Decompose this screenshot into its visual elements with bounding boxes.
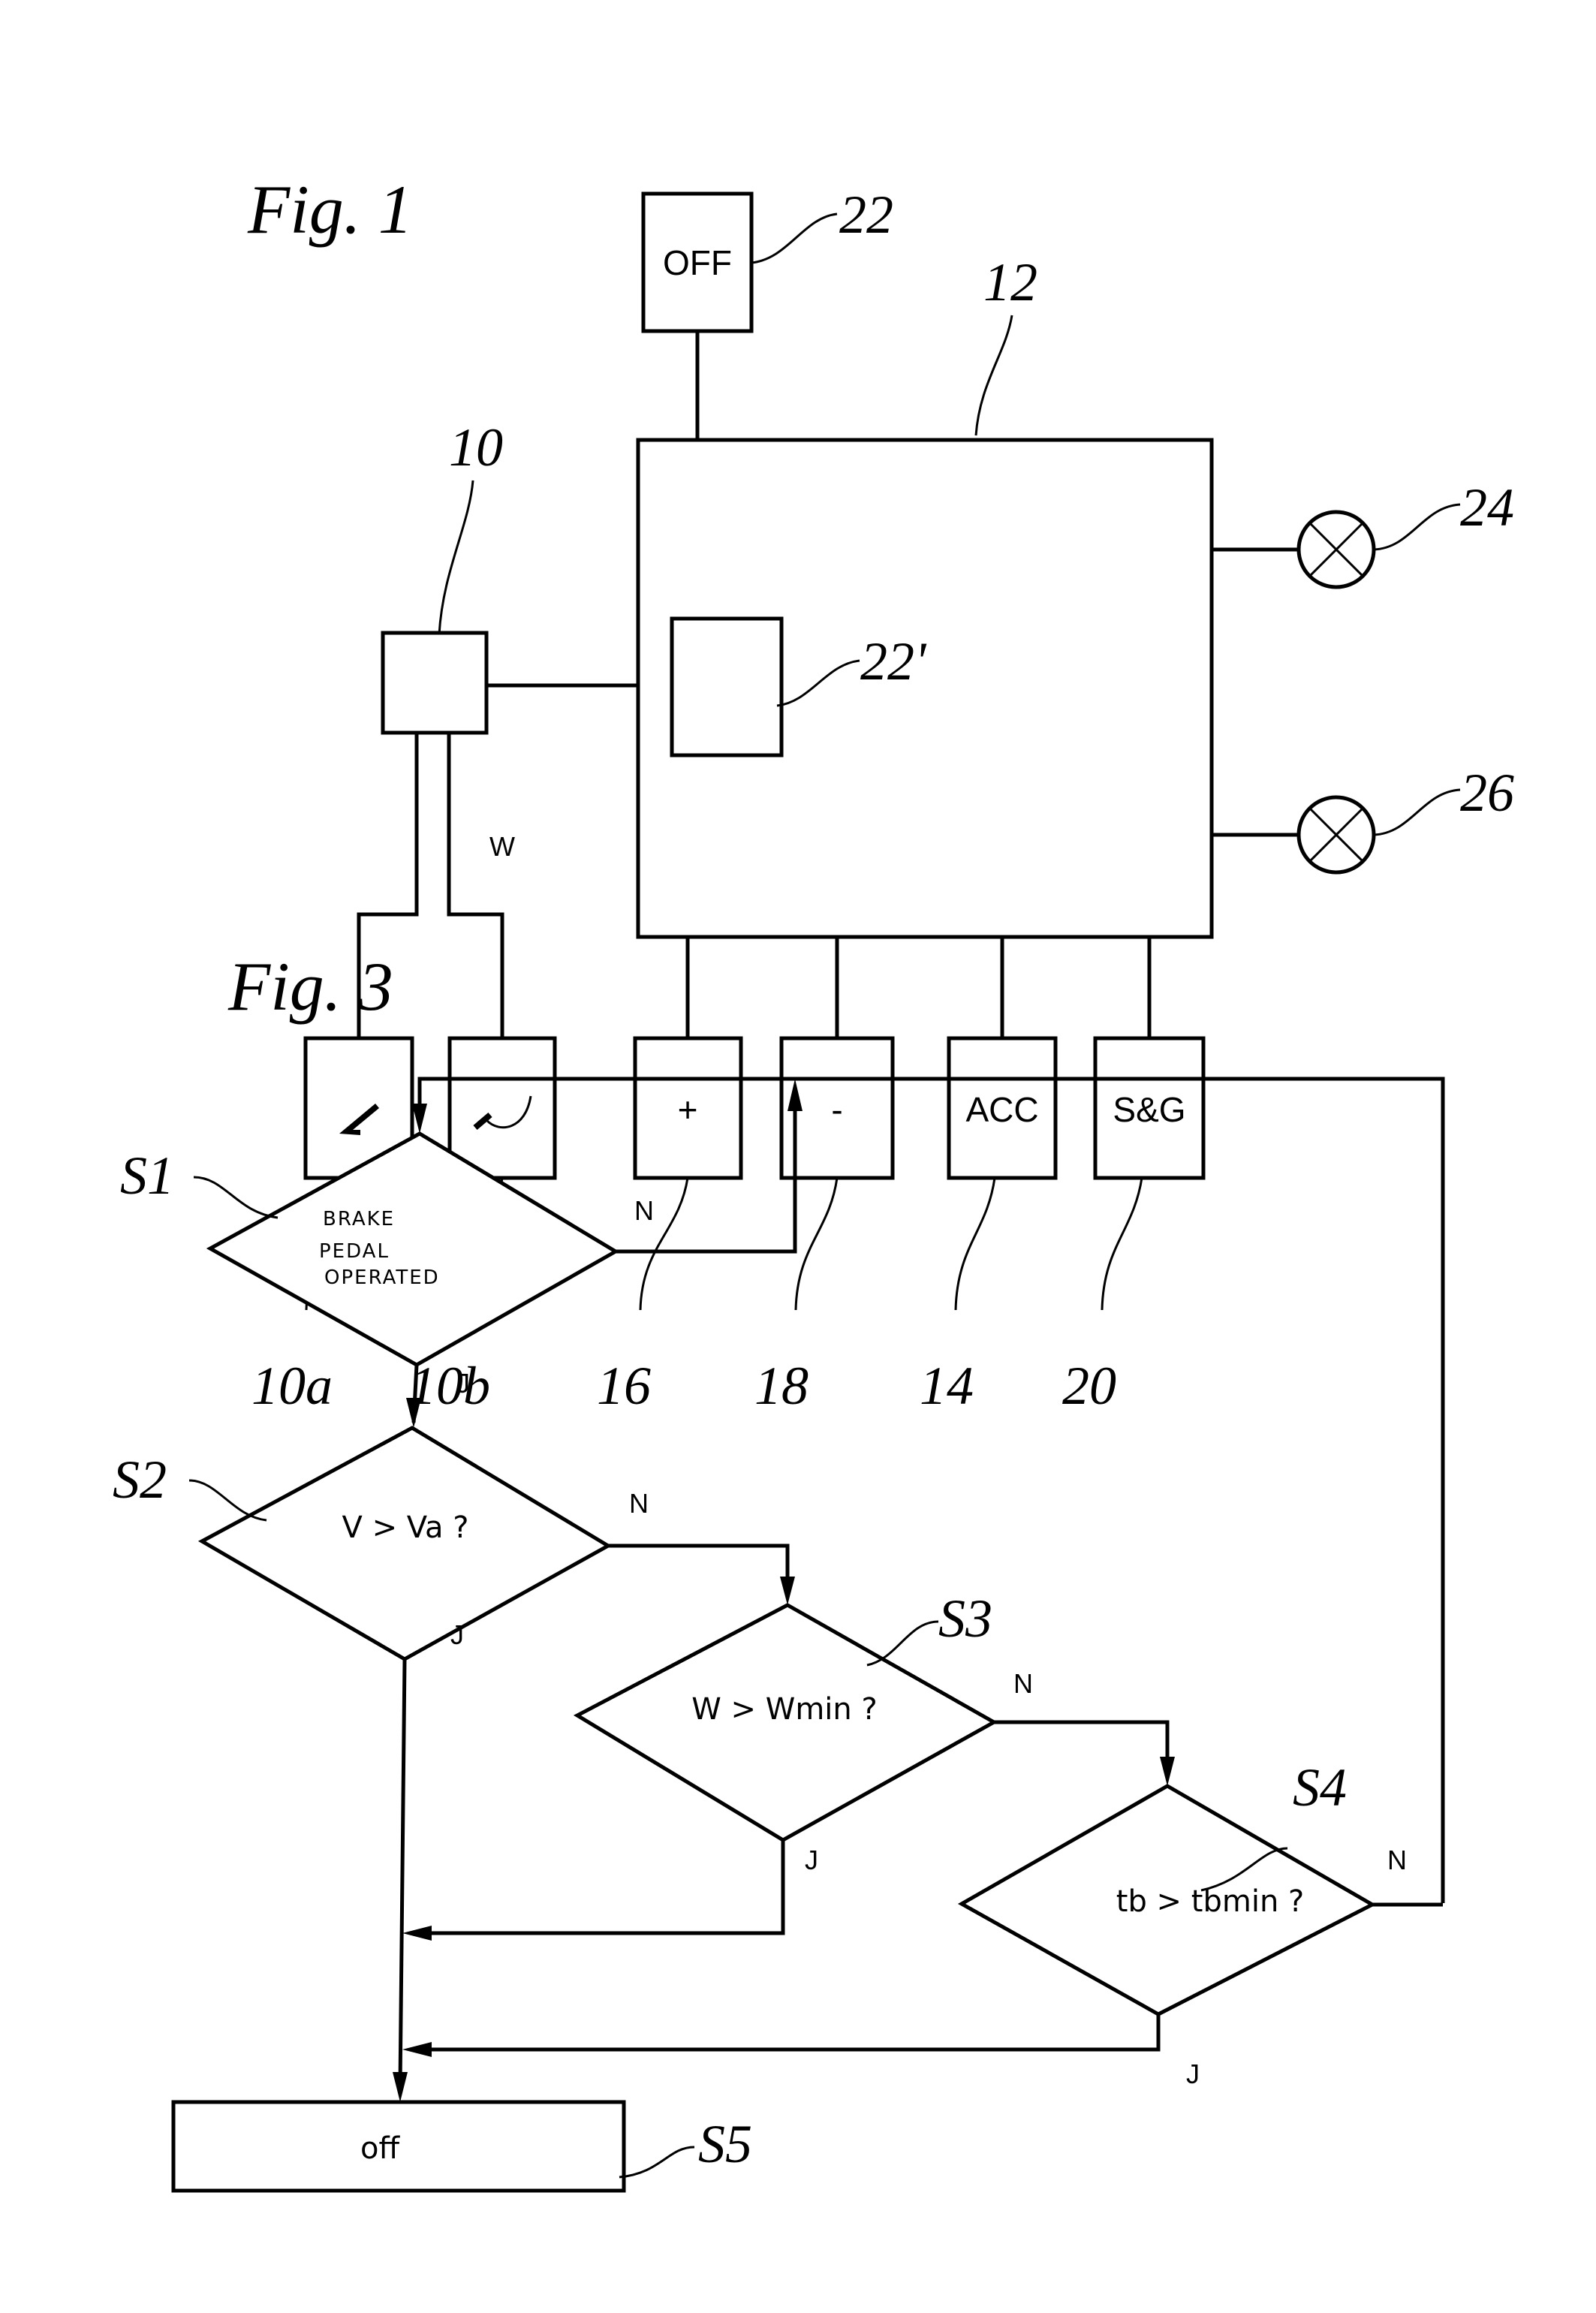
signal-label-w: W <box>489 831 515 862</box>
arrow-s3-no <box>1160 1757 1175 1786</box>
leader-line-26 <box>1373 788 1461 836</box>
patent-drawing: Fig. 1 OFF 22 12 22' 10 W 24 26 + - ACC … <box>113 171 1514 2193</box>
leader-line-10 <box>438 480 474 635</box>
off-button-label: OFF <box>663 243 732 282</box>
s5-text: off <box>360 2131 400 2166</box>
s3-yes-label: J <box>805 1845 818 1875</box>
s4-yes-label: J <box>1186 2059 1200 2089</box>
s2-yes-main-line <box>398 1658 407 2088</box>
ref-16: 16 <box>597 1356 651 1416</box>
ref-10: 10 <box>449 417 503 477</box>
s4-no-label: N <box>1387 1845 1407 1875</box>
ref-22: 22 <box>839 185 893 245</box>
leader-line-s5 <box>619 2146 695 2179</box>
s3-yes-path <box>420 1840 785 1935</box>
ref-22-prime: 22' <box>860 631 927 691</box>
arrow-s3-yes <box>402 1926 432 1941</box>
s1-no-label: N <box>634 1195 654 1226</box>
s2-no-label: N <box>629 1488 649 1519</box>
ref-s5: S5 <box>698 2114 752 2174</box>
ref-s1: S1 <box>120 1146 174 1206</box>
arrow-s2-no <box>780 1577 795 1605</box>
leader-line-18 <box>794 1177 839 1311</box>
minus-label: - <box>831 1090 842 1129</box>
sensor-box <box>381 631 489 735</box>
internal-off-box <box>670 616 784 757</box>
s1-text-line-1: BRAKE <box>323 1208 395 1230</box>
acc-label: ACC <box>965 1090 1038 1129</box>
figure-3-title: Fig. 3 <box>227 948 393 1025</box>
ref-20: 20 <box>1062 1356 1116 1416</box>
leader-line-20 <box>1101 1177 1143 1311</box>
s3-no-label: N <box>1013 1668 1033 1699</box>
ref-24: 24 <box>1460 477 1514 538</box>
leader-line-22 <box>751 212 838 264</box>
ref-10b: 10b <box>409 1356 490 1416</box>
ref-s3: S3 <box>938 1589 992 1649</box>
arrow-into-s1 <box>412 1104 427 1134</box>
ref-s2: S2 <box>113 1450 167 1510</box>
s1-yes-label: J <box>456 1368 470 1399</box>
leader-line-24 <box>1373 503 1461 551</box>
connector-sensor-10b <box>447 733 504 1038</box>
s3-text: W > Wmin ? <box>691 1692 877 1727</box>
ref-10a: 10a <box>251 1356 333 1416</box>
leader-line-12 <box>974 315 1013 436</box>
ref-18: 18 <box>754 1356 809 1416</box>
figure-1-title: Fig. 1 <box>247 171 413 248</box>
plus-label: + <box>678 1090 698 1129</box>
lamp-24-icon <box>1296 510 1376 589</box>
arrow-s4-yes <box>402 2042 432 2057</box>
ref-14: 14 <box>920 1356 974 1416</box>
leader-line-14 <box>954 1177 996 1311</box>
s2-no-path <box>608 1544 790 1592</box>
stop-and-go-label: S&G <box>1113 1090 1185 1129</box>
s3-no-path <box>994 1720 1170 1772</box>
s2-text: V > Va ? <box>342 1510 468 1545</box>
ref-12: 12 <box>983 252 1037 312</box>
brake-pedal-box <box>447 1036 557 1180</box>
lamp-26-icon <box>1296 795 1376 875</box>
s4-yes-path <box>420 2014 1161 2052</box>
ref-s4: S4 <box>1293 1757 1347 1818</box>
s1-text-line-3: OPERATED <box>324 1266 440 1289</box>
s1-text-line-2: PEDAL <box>319 1240 390 1263</box>
loop-back-line <box>417 1077 1445 1903</box>
ref-26: 26 <box>1460 763 1514 823</box>
s4-text: tb > tbmin ? <box>1116 1884 1304 1919</box>
s2-yes-label: J <box>450 1619 464 1650</box>
arrow-into-s5 <box>393 2072 408 2102</box>
leader-line-s1 <box>193 1176 279 1219</box>
